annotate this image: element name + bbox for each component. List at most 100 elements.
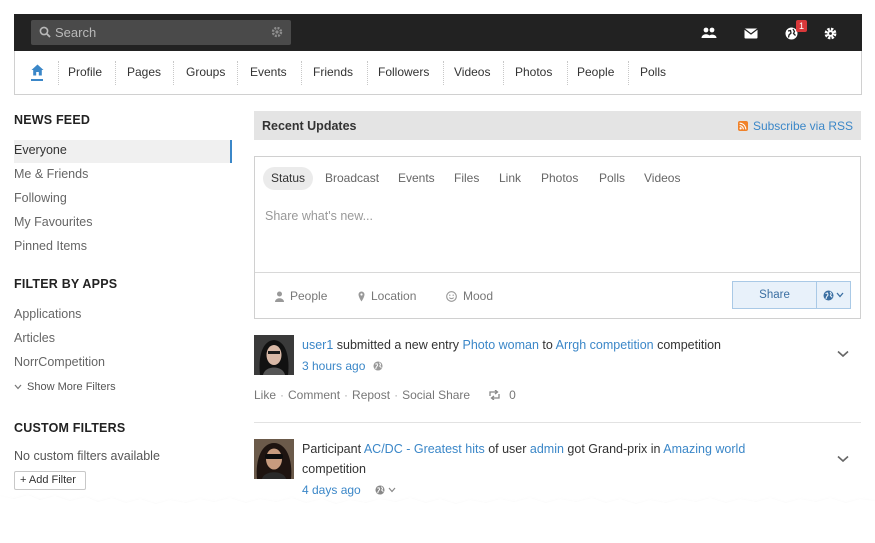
smiley-icon <box>446 290 457 302</box>
mood-option[interactable]: Mood <box>446 289 493 303</box>
sidebar-item-applications[interactable]: Applications <box>14 307 81 321</box>
feed-text: competition <box>653 338 722 352</box>
nav-friends[interactable]: Friends <box>303 65 363 83</box>
repost-action[interactable]: Repost <box>352 388 390 402</box>
recent-updates-title: Recent Updates <box>262 119 357 133</box>
privacy-dropdown[interactable] <box>816 281 851 309</box>
show-more-filters-label: Show More Filters <box>27 381 116 393</box>
sidebar-item-following[interactable]: Following <box>14 191 67 205</box>
like-action[interactable]: Like <box>254 388 276 402</box>
status-composer: Status Broadcast Events Files Link Photo… <box>254 156 861 319</box>
torn-edge-decoration <box>0 495 875 543</box>
tab-events[interactable]: Events <box>390 167 443 190</box>
tag-people-option[interactable]: People <box>275 289 327 303</box>
tab-broadcast[interactable]: Broadcast <box>317 167 387 190</box>
nav-separator <box>503 61 504 85</box>
sidebar-item-favourites[interactable]: My Favourites <box>14 215 93 229</box>
top-bar <box>14 14 862 51</box>
nav-separator <box>237 61 238 85</box>
action-separator: · <box>280 388 285 402</box>
globe-icon <box>373 361 383 371</box>
tab-photos[interactable]: Photos <box>533 167 586 190</box>
nav-events[interactable]: Events <box>240 65 297 83</box>
location-option[interactable]: Location <box>358 289 416 303</box>
feed-text: Participant <box>302 442 364 456</box>
tab-status[interactable]: Status <box>263 167 314 190</box>
recent-updates-header: Recent Updates Subscribe via RSS <box>254 111 861 140</box>
feed-options-chevron[interactable] <box>837 452 849 466</box>
tab-files[interactable]: Files <box>446 167 487 190</box>
status-textarea[interactable] <box>265 209 845 259</box>
feed-text: competition <box>302 462 366 476</box>
nav-followers[interactable]: Followers <box>368 65 439 83</box>
nav-separator <box>173 61 174 85</box>
tab-link[interactable]: Link <box>491 167 529 190</box>
nav-profile[interactable]: Profile <box>58 65 112 83</box>
tab-videos[interactable]: Videos <box>636 167 688 190</box>
action-separator: · <box>394 388 399 402</box>
rss-icon <box>737 121 748 131</box>
feed-options-chevron[interactable] <box>837 347 849 361</box>
sidebar-item-everyone[interactable]: Everyone <box>14 143 67 157</box>
action-separator: · <box>344 388 349 402</box>
search-settings-icon[interactable] <box>271 26 283 41</box>
share-button[interactable]: Share <box>732 281 817 309</box>
sidebar-item-me-friends[interactable]: Me & Friends <box>14 167 88 181</box>
comment-action[interactable]: Comment <box>288 388 340 402</box>
repost-icon <box>489 390 500 400</box>
feed-meta: 3 hours ago <box>302 359 383 373</box>
user-link[interactable]: admin <box>530 442 564 456</box>
album-link[interactable]: AC/DC - Greatest hits <box>364 442 485 456</box>
social-share-action[interactable]: Social Share <box>402 388 470 402</box>
nav-separator <box>628 61 629 85</box>
add-filter-button[interactable]: + Add Filter <box>14 471 86 490</box>
search-icon <box>39 26 51 41</box>
nav-polls[interactable]: Polls <box>630 65 676 83</box>
mail-icon[interactable] <box>742 25 760 41</box>
feed-item-text: user1 submitted a new entry Photo woman … <box>302 335 822 355</box>
chevron-down-icon <box>837 350 849 358</box>
chevron-down-icon <box>836 292 844 298</box>
feed-text: to <box>538 338 556 352</box>
show-more-filters[interactable]: Show More Filters <box>14 381 116 393</box>
sidebar-item-norrcompetition[interactable]: NorrCompetition <box>14 355 105 369</box>
avatar[interactable] <box>254 335 294 375</box>
feed-text: of user <box>484 442 530 456</box>
tab-polls[interactable]: Polls <box>591 167 633 190</box>
gear-icon[interactable] <box>821 25 839 41</box>
mood-option-label: Mood <box>463 289 494 303</box>
feed-divider <box>254 422 861 423</box>
people-option-label: People <box>290 289 328 303</box>
composer-toolbar: People Location Mood Share <box>255 272 860 318</box>
add-filter-label: Add Filter <box>28 474 76 486</box>
competition-link[interactable]: Arrgh competition <box>556 338 654 352</box>
subscribe-rss-label: Subscribe via RSS <box>752 119 853 133</box>
profile-nav: Profile Pages Groups Events Friends Foll… <box>14 51 862 95</box>
notification-badge: 1 <box>796 20 807 32</box>
feed-item-text: Participant AC/DC - Greatest hits of use… <box>302 439 822 479</box>
search-box[interactable] <box>31 20 291 45</box>
no-custom-filters-text: No custom filters available <box>14 449 160 463</box>
user-link[interactable]: user1 <box>302 338 333 352</box>
nav-separator <box>301 61 302 85</box>
feed-text: got Grand-prix in <box>563 442 664 456</box>
sidebar-item-articles[interactable]: Articles <box>14 331 55 345</box>
nav-people[interactable]: People <box>567 65 624 83</box>
feed-text: submitted a new entry <box>333 338 463 352</box>
news-feed-heading: NEWS FEED <box>14 113 91 127</box>
competition-link[interactable]: Amazing world <box>663 442 745 456</box>
nav-groups[interactable]: Groups <box>176 65 235 83</box>
entry-link[interactable]: Photo woman <box>463 338 539 352</box>
timestamp-link[interactable]: 3 hours ago <box>302 359 365 373</box>
avatar[interactable] <box>254 439 294 479</box>
nav-photos[interactable]: Photos <box>505 65 562 83</box>
sidebar-item-pinned[interactable]: Pinned Items <box>14 239 87 253</box>
search-input[interactable] <box>55 23 255 42</box>
friends-icon[interactable] <box>700 25 718 41</box>
nav-videos[interactable]: Videos <box>444 65 500 83</box>
globe-icon <box>823 290 834 300</box>
home-active-indicator <box>31 79 43 81</box>
nav-pages[interactable]: Pages <box>117 65 171 83</box>
user-icon <box>275 291 284 302</box>
subscribe-rss-link[interactable]: Subscribe via RSS <box>737 119 853 133</box>
